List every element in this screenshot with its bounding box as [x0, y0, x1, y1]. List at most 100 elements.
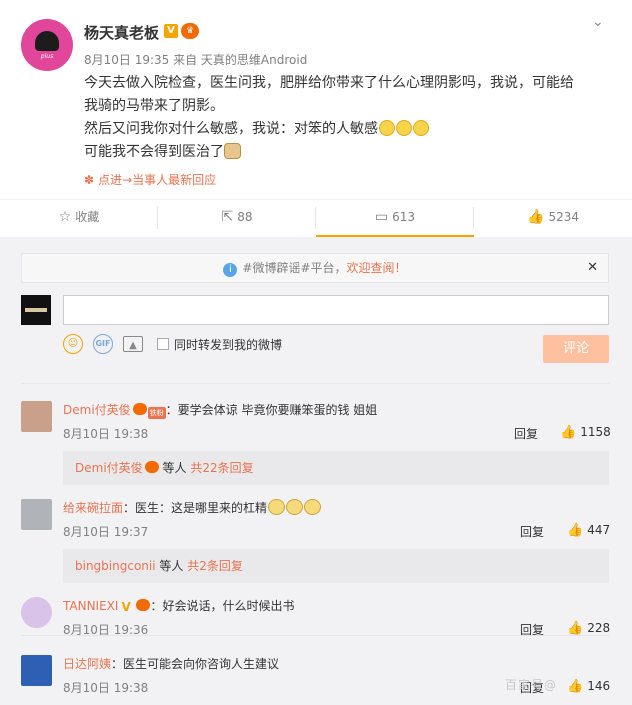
image-icon[interactable]: ▲: [123, 336, 143, 352]
chevron-down-icon[interactable]: ⌄: [592, 14, 608, 30]
doge-emoji-icon: [268, 499, 286, 515]
smile-emoji-icon: [413, 120, 429, 136]
comment-time: 8月10日 19:38: [63, 427, 149, 441]
comment-section: i #微博辟谣#平台，欢迎查阅！ ✕ ☺ GIF ▲ 同时转发到我的微博 评论 D…: [0, 237, 632, 705]
comment-button[interactable]: ▭ 613: [316, 200, 474, 237]
share-icon: ⇱: [221, 209, 234, 225]
comment-text: ：好会说话，什么时候出书: [150, 599, 295, 613]
comment-time: 8月10日 19:38: [63, 681, 149, 695]
favorite-button[interactable]: ☆ 收藏: [0, 200, 158, 237]
like-count: 5234: [548, 210, 579, 224]
vip-badge-icon: [132, 403, 147, 415]
sync-repost-checkbox[interactable]: [157, 338, 169, 350]
comment-like-button[interactable]: 👍 146: [567, 679, 610, 694]
flower-icon: ✽: [84, 173, 95, 187]
divider: [21, 635, 609, 636]
doge-emoji-icon: [286, 499, 304, 515]
comment-text: ：医生可能会向你咨询人生建议: [111, 657, 280, 671]
thumbs-up-icon: 👍: [527, 209, 545, 225]
notice-tag[interactable]: #微博辟谣#平台，: [242, 261, 346, 275]
comment-like-count: 146: [587, 679, 611, 693]
submit-comment-button[interactable]: 评论: [543, 335, 609, 363]
post-line: 今天去做入院检查，医生问我，肥胖给你带来了什么心理阴影吗，我说，可能给: [84, 75, 574, 91]
fans-badge: 铁粉: [147, 407, 166, 419]
post-line-text: 可能我不会得到医治了: [84, 144, 224, 160]
avatar-logo-mark: [35, 31, 59, 51]
post-line: 我骑的马带来了阴影。: [84, 98, 224, 114]
vip-badge-icon: [144, 461, 159, 473]
comment-text-line: TANNIEXI V ：好会说话，什么时候出书: [63, 597, 294, 614]
smile-emoji-icon: [396, 120, 412, 136]
comment-like-count: 1158: [580, 425, 611, 439]
post-meta: 8月10日 19:35 来自 天真的思维Android: [84, 53, 308, 67]
reply-user-name[interactable]: Demi付英俊: [75, 461, 143, 475]
reply-button[interactable]: 回复: [514, 425, 538, 442]
weibo-post: plus 杨天真老板 V ♛ ⌄ 8月10日 19:35 来自 天真的思维And…: [0, 0, 632, 200]
close-icon[interactable]: ✕: [587, 254, 598, 282]
commenter-avatar[interactable]: [21, 655, 52, 686]
author-name[interactable]: 杨天真老板: [84, 22, 159, 43]
post-actions: ☆ 收藏 ⇱ 88 ▭ 613 👍 5234: [0, 199, 632, 237]
cat-emoji-icon: [224, 143, 241, 159]
commenter-name[interactable]: Demi付英俊: [63, 403, 131, 417]
verified-v-icon[interactable]: V: [164, 24, 178, 38]
favorite-label: 收藏: [75, 210, 100, 224]
more-replies-link[interactable]: 共2条回复: [187, 559, 243, 573]
comment-count: 613: [392, 210, 416, 224]
thumbs-up-icon: 👍: [567, 679, 584, 694]
comment-text-line: 给来碗拉面：医生：这是哪里来的杠精: [63, 499, 322, 516]
doge-emoji-icon: [304, 499, 322, 515]
notice-link[interactable]: 欢迎查阅！: [347, 261, 407, 275]
related-link-label: 点进→当事人最新回应: [98, 173, 217, 187]
gif-icon[interactable]: GIF: [93, 334, 113, 354]
divider: [21, 383, 609, 384]
verified-v-icon: V: [121, 600, 131, 614]
sync-repost-label: 同时转发到我的微博: [174, 337, 283, 352]
star-icon: ☆: [58, 209, 72, 225]
commenter-avatar[interactable]: [21, 401, 52, 432]
post-line-text: 然后又问我你对什么敏感，我说：对笨的人敏感: [84, 121, 378, 137]
comment-text: ：要学会体谅 毕竟你要赚笨蛋的钱 姐姐: [165, 403, 378, 417]
vip-badge-icon: [136, 599, 151, 611]
commenter-name[interactable]: TANNIEXI: [63, 599, 118, 613]
composer-tools: ☺ GIF ▲ 同时转发到我的微博: [63, 334, 282, 354]
vip-badge-icon[interactable]: ♛: [181, 23, 199, 39]
comment-like-count: 228: [587, 621, 611, 635]
comment-icon: ▭: [374, 209, 389, 225]
comment-text-line: Demi付英俊 铁粉 ：要学会体谅 毕竟你要赚笨蛋的钱 姐姐: [63, 401, 377, 419]
like-button[interactable]: 👍 5234: [474, 200, 632, 237]
related-link[interactable]: ✽ 点进→当事人最新回应: [84, 171, 216, 188]
repost-button[interactable]: ⇱ 88: [158, 200, 316, 237]
comment-like-button[interactable]: 👍 1158: [560, 425, 611, 440]
commenter-avatar[interactable]: [21, 597, 52, 628]
more-replies-link[interactable]: 共22条回复: [190, 461, 253, 475]
rumor-notice: i #微博辟谣#平台，欢迎查阅！ ✕: [21, 253, 609, 283]
comment-text: ：医生：这是哪里来的杠精: [123, 501, 268, 515]
current-user-avatar[interactable]: [21, 295, 51, 325]
smile-emoji-icon: [379, 120, 395, 136]
commenter-name[interactable]: 日达阿姨: [63, 657, 111, 671]
sub-replies[interactable]: bingbingconii 等人 共2条回复: [63, 549, 609, 583]
info-icon: i: [223, 263, 238, 277]
thumbs-up-icon: 👍: [567, 523, 584, 538]
thumbs-up-icon: 👍: [567, 621, 584, 636]
post-line: 然后又问我你对什么敏感，我说：对笨的人敏感: [84, 118, 614, 141]
repost-count: 88: [237, 210, 253, 224]
comment-like-count: 447: [587, 523, 611, 537]
post-line: 可能我不会得到医治了: [84, 141, 614, 164]
comment-text-line: 日达阿姨：医生可能会向你咨询人生建议: [63, 655, 279, 672]
reply-button[interactable]: 回复: [520, 523, 544, 540]
reply-user-name[interactable]: bingbingconii: [75, 559, 156, 573]
commenter-name[interactable]: 给来碗拉面: [63, 501, 123, 515]
sub-replies-text: 等人: [162, 461, 187, 475]
thumbs-up-icon: 👍: [560, 425, 577, 440]
author-avatar[interactable]: plus: [21, 19, 73, 71]
watermark: 百家号@: [505, 678, 558, 692]
comment-like-button[interactable]: 👍 228: [567, 621, 610, 636]
commenter-avatar[interactable]: [21, 499, 52, 530]
comment-input[interactable]: [63, 295, 609, 325]
comment-like-button[interactable]: 👍 447: [567, 523, 610, 538]
post-text: 今天去做入院检查，医生问我，肥胖给你带来了什么心理阴影吗，我说，可能给 我骑的马…: [84, 72, 614, 164]
emoji-icon[interactable]: ☺: [63, 334, 83, 354]
sub-replies[interactable]: Demi付英俊 等人 共22条回复: [63, 451, 609, 485]
